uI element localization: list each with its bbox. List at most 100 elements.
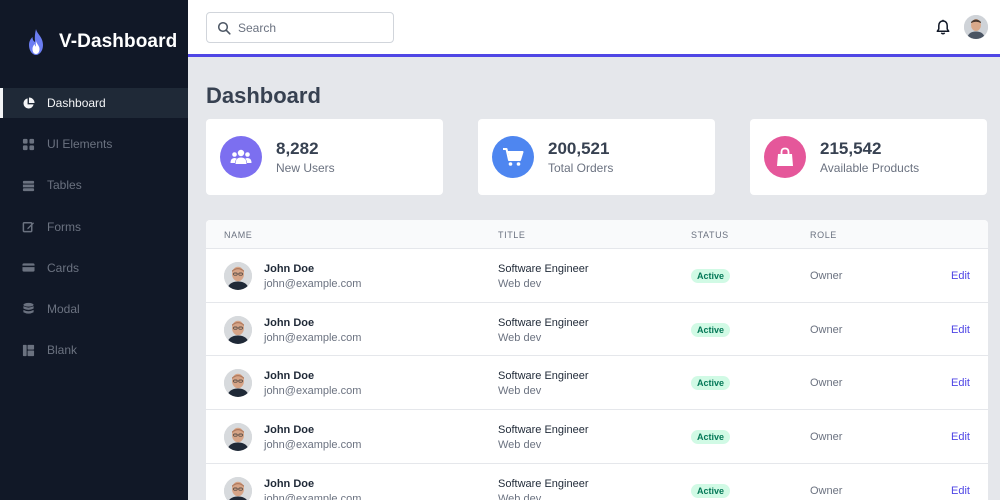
sidebar-item-label: Modal (47, 301, 80, 316)
edit-icon (22, 222, 35, 233)
status-badge: Active (691, 483, 731, 498)
users-table: NAME TITLE STATUS ROLE John Doe john@exa… (206, 220, 988, 500)
person-photo-icon (224, 315, 252, 344)
bell-icon[interactable] (935, 19, 951, 36)
table-row: John Doe john@example.com Software Engin… (206, 356, 988, 411)
table-body: John Doe john@example.com Software Engin… (206, 249, 988, 500)
job-title: Software Engineer (498, 316, 589, 329)
user-email: john@example.com (264, 492, 362, 500)
avatar (224, 315, 252, 344)
user-role: Owner (810, 377, 843, 390)
user-role: Owner (810, 431, 843, 444)
column-header-title: TITLE (498, 230, 526, 240)
sidebar-item-blank[interactable]: Blank (0, 335, 188, 365)
shopping-cart-icon (503, 148, 524, 166)
edit-link[interactable]: Edit (951, 431, 970, 443)
person-photo-icon (224, 262, 252, 290)
brand-name: V-Dashboard (59, 31, 178, 52)
shopping-bag-icon (777, 147, 793, 166)
brand[interactable]: V-Dashboard (24, 28, 177, 56)
avatar (224, 369, 252, 398)
top-header (188, 0, 1000, 57)
job-title: Software Engineer (498, 477, 589, 490)
sidebar-item-modal[interactable]: Modal (0, 294, 188, 324)
table-header: NAME TITLE STATUS ROLE (206, 220, 988, 249)
edit-link[interactable]: Edit (951, 270, 970, 282)
person-photo-icon (224, 423, 252, 452)
layout-icon (22, 344, 35, 356)
grid-icon (22, 138, 35, 150)
stat-value: 8,282 (276, 139, 319, 158)
sidebar-nav: Dashboard UI Elements Tables Forms Cards… (0, 88, 188, 376)
edit-link[interactable]: Edit (951, 377, 970, 389)
sidebar-item-ui-elements[interactable]: UI Elements (0, 129, 188, 159)
sidebar: V-Dashboard Dashboard UI Elements Tables… (0, 0, 188, 500)
stat-card-users: 8,282 New Users (206, 119, 443, 195)
user-role: Owner (810, 484, 843, 497)
department: Web dev (498, 331, 542, 344)
edit-link[interactable]: Edit (951, 485, 970, 497)
user-email: john@example.com (264, 439, 362, 452)
bag-icon-circle (764, 136, 806, 178)
column-header-status: STATUS (691, 230, 729, 240)
user-name: John Doe (264, 316, 315, 329)
edit-link[interactable]: Edit (951, 324, 970, 336)
table-icon (22, 180, 35, 191)
user-name: John Doe (264, 424, 315, 437)
department: Web dev (498, 439, 542, 452)
sidebar-item-label: Forms (47, 219, 81, 234)
card-icon (22, 263, 35, 272)
sidebar-item-label: UI Elements (47, 137, 113, 152)
column-header-name: NAME (224, 230, 253, 240)
job-title: Software Engineer (498, 263, 589, 275)
person-photo-icon (224, 476, 252, 500)
avatar (224, 423, 252, 452)
user-email: john@example.com (264, 278, 362, 290)
user-role: Owner (810, 323, 843, 336)
sidebar-item-tables[interactable]: Tables (0, 170, 188, 200)
department: Web dev (498, 278, 542, 290)
flame-logo-icon (29, 29, 43, 55)
page-title: Dashboard (206, 83, 321, 108)
stat-card-products: 215,542 Available Products (750, 119, 987, 195)
status-badge: Active (691, 322, 731, 337)
table-row: John Doe john@example.com Software Engin… (206, 303, 988, 357)
user-name: John Doe (264, 263, 315, 275)
status-badge: Active (691, 376, 731, 391)
table-row: John Doe john@example.com Software Engin… (206, 464, 988, 500)
stat-label: New Users (276, 161, 335, 175)
status-badge: Active (691, 430, 731, 445)
person-photo-icon (224, 369, 252, 398)
stat-label: Available Products (820, 161, 920, 175)
department: Web dev (498, 385, 542, 398)
stat-value: 215,542 (820, 139, 882, 158)
user-name: John Doe (264, 370, 315, 383)
sidebar-item-label: Tables (47, 178, 82, 193)
sidebar-item-dashboard[interactable]: Dashboard (0, 88, 188, 118)
database-icon (23, 303, 34, 315)
job-title: Software Engineer (498, 424, 589, 437)
users-icon (230, 149, 252, 164)
user-photo-icon (964, 15, 988, 39)
column-header-role: ROLE (810, 230, 837, 240)
user-role: Owner (810, 270, 843, 282)
table-row: John Doe john@example.com Software Engin… (206, 249, 988, 303)
sidebar-item-forms[interactable]: Forms (0, 212, 188, 242)
avatar (224, 262, 252, 290)
pie-chart-icon (23, 96, 35, 109)
search-input[interactable] (238, 20, 378, 35)
sidebar-item-cards[interactable]: Cards (0, 253, 188, 283)
sidebar-item-label: Dashboard (47, 96, 106, 110)
stat-card-orders: 200,521 Total Orders (478, 119, 715, 195)
status-badge: Active (691, 269, 731, 283)
cart-icon-circle (492, 136, 534, 178)
search-icon (217, 21, 231, 35)
sidebar-item-label: Cards (47, 260, 80, 275)
users-icon-circle (220, 136, 262, 178)
job-title: Software Engineer (498, 370, 589, 383)
search-box[interactable] (206, 12, 394, 43)
avatar (224, 476, 252, 500)
sidebar-item-label: Blank (47, 343, 78, 358)
user-avatar[interactable] (964, 15, 988, 39)
stat-value: 200,521 (548, 139, 610, 158)
